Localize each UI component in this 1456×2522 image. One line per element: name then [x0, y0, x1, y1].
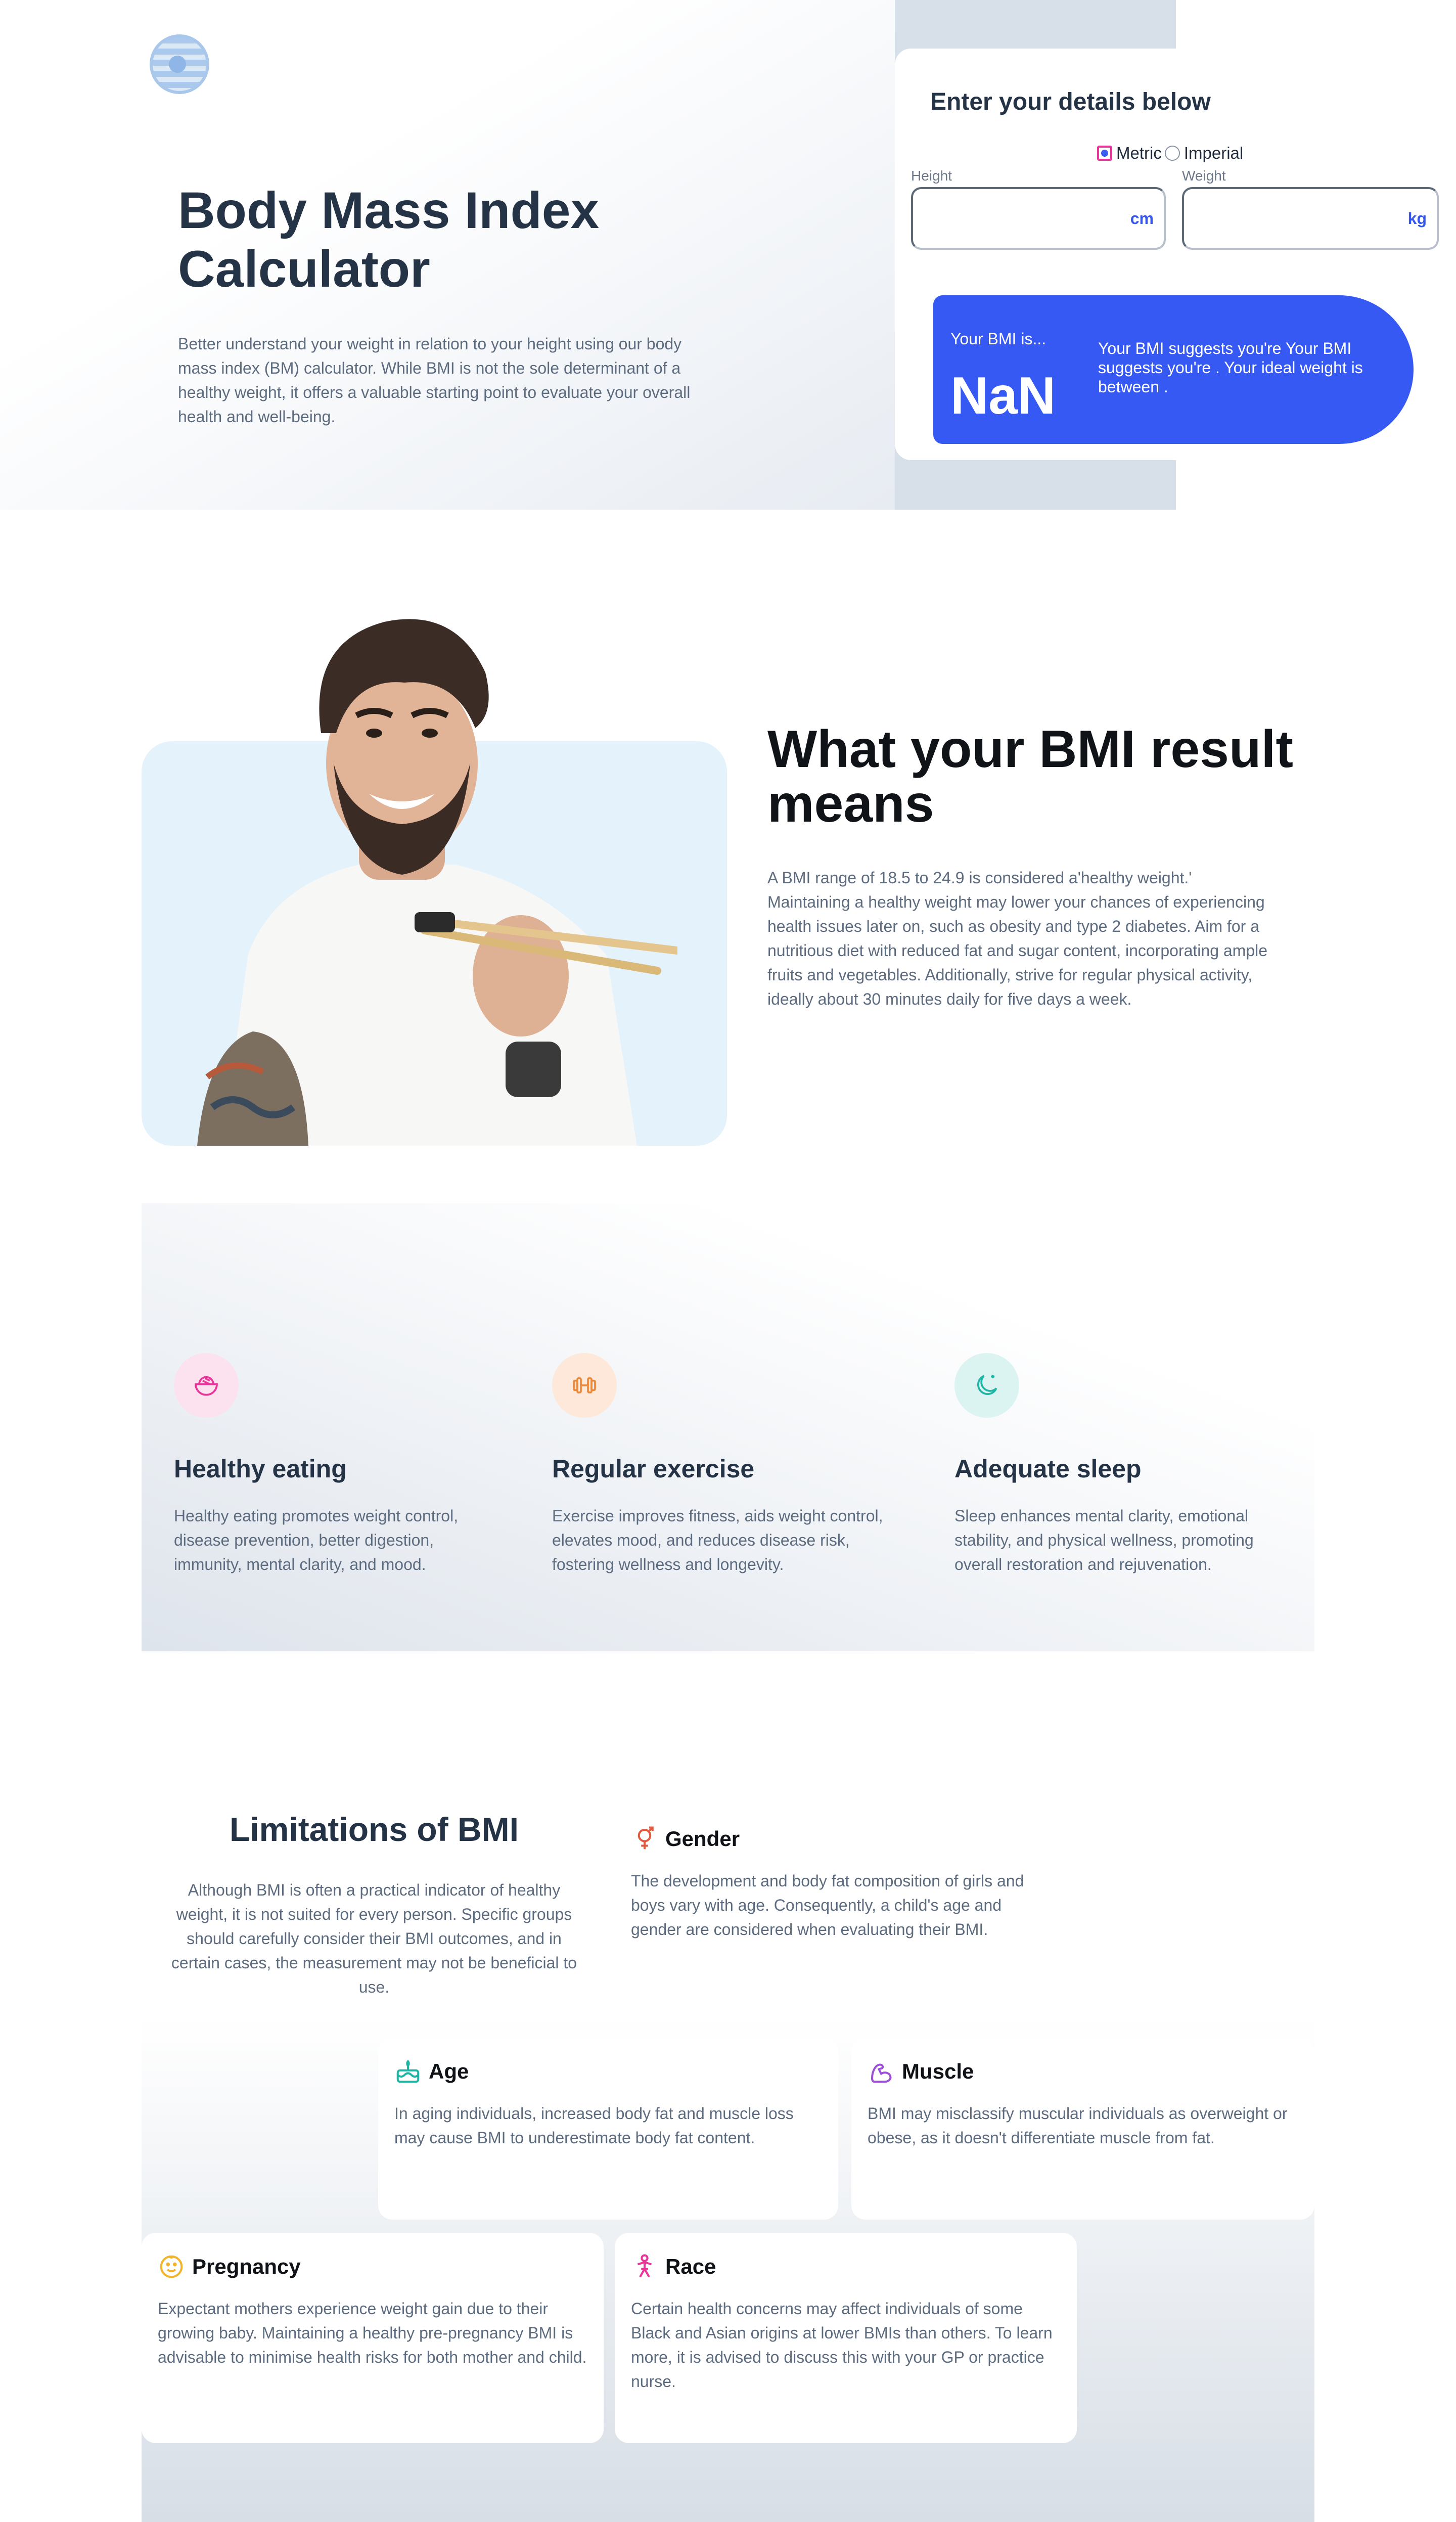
metric-label: Metric: [1116, 144, 1162, 162]
limitation-title: Muscle: [902, 2059, 974, 2083]
limitation-title: Race: [665, 2255, 716, 2278]
moon-icon: [954, 1353, 1019, 1418]
tip-title: Regular exercise: [552, 1455, 755, 1483]
limitation-gender: Gender The development and body fat comp…: [615, 1810, 1060, 2007]
meaning-title: What your BMI result means: [767, 720, 1294, 833]
birthday-cake-icon: [396, 2059, 420, 2083]
tip-title: Adequate sleep: [954, 1455, 1142, 1483]
height-unit: cm: [1130, 209, 1154, 228]
limitations-description: Although BMI is often a practical indica…: [171, 1881, 577, 1996]
weight-label: Weight: [1182, 168, 1226, 184]
hero-description: Better understand your weight in relatio…: [178, 335, 691, 426]
result-text: Your BMI suggests you're Your BMI sugges…: [1098, 339, 1363, 396]
limitation-race: Race Certain health concerns may affect …: [615, 2233, 1077, 2443]
metric-option[interactable]: Metric: [1097, 144, 1162, 163]
calculator-title: Enter your details below: [930, 88, 1211, 115]
man-with-chopsticks-photo: [192, 602, 677, 1146]
imperial-radio[interactable]: [1164, 146, 1180, 161]
limitations-title: Limitations of BMI: [230, 1811, 519, 1848]
logo-icon[interactable]: [150, 34, 209, 94]
meaning-description: A BMI range of 18.5 to 24.9 is considere…: [767, 869, 1268, 1008]
height-group: Height cm: [911, 168, 1166, 250]
weight-unit: kg: [1407, 209, 1427, 228]
pregnancy-face-icon: [160, 2255, 183, 2278]
limitation-title: Age: [429, 2059, 469, 2083]
weight-input[interactable]: kg: [1182, 187, 1439, 250]
calculator-card: Enter your details below Metric Imperial…: [895, 49, 1456, 460]
imperial-option[interactable]: Imperial: [1164, 144, 1244, 163]
tip-healthy-eating: Healthy eating Healthy eating promotes w…: [174, 1353, 497, 1577]
limitation-header: Muscle: [868, 2058, 1298, 2085]
weight-group: Weight kg: [1182, 168, 1439, 250]
limitation-header: Pregnancy: [158, 2253, 587, 2280]
limitation-title: Gender: [665, 1827, 740, 1851]
limitation-description: The development and body fat composition…: [631, 1872, 1024, 1939]
unit-selector: Metric Imperial: [1097, 144, 1243, 163]
limitation-description: Expectant mothers experience weight gain…: [158, 2300, 587, 2366]
limitation-header: Age: [394, 2058, 822, 2085]
imperial-label: Imperial: [1184, 144, 1244, 162]
tip-adequate-sleep: Adequate sleep Sleep enhances mental cla…: [954, 1353, 1288, 1577]
metric-radio[interactable]: [1097, 146, 1112, 161]
limitation-header: Gender: [631, 1825, 1043, 1853]
limitation-description: In aging individuals, increased body fat…: [394, 2104, 794, 2147]
limitation-age: Age In aging individuals, increased body…: [378, 2038, 838, 2220]
limitation-description: BMI may misclassify muscular individuals…: [868, 2104, 1288, 2147]
height-input[interactable]: cm: [911, 187, 1166, 250]
tip-description: Healthy eating promotes weight control, …: [174, 1507, 459, 1573]
bmi-result-panel: Your BMI is... NaN Your BMI suggests you…: [933, 295, 1414, 444]
tip-description: Sleep enhances mental clarity, emotional…: [954, 1507, 1254, 1573]
limitation-muscle: Muscle BMI may misclassify muscular indi…: [851, 2038, 1314, 2220]
tip-description: Exercise improves fitness, aids weight c…: [552, 1507, 883, 1573]
tip-title: Healthy eating: [174, 1455, 347, 1483]
limitation-description: Certain health concerns may affect indiv…: [631, 2300, 1053, 2391]
race-person-icon: [637, 2254, 652, 2278]
limitation-title: Pregnancy: [192, 2255, 301, 2278]
limitation-header: Race: [631, 2253, 1061, 2280]
page-title: Body Mass Index Calculator: [178, 182, 600, 298]
muscle-arm-icon: [871, 2063, 892, 2083]
height-label: Height: [911, 168, 952, 184]
limitation-pregnancy: Pregnancy Expectant mothers experience w…: [142, 2233, 604, 2443]
result-label: Your BMI is...: [950, 330, 1046, 348]
tip-regular-exercise: Regular exercise Exercise improves fitne…: [552, 1353, 906, 1577]
result-value: NaN: [950, 367, 1056, 425]
gender-icon: [638, 1826, 654, 1850]
food-bowl-icon: [174, 1353, 239, 1418]
dumbbell-icon: [552, 1353, 617, 1418]
